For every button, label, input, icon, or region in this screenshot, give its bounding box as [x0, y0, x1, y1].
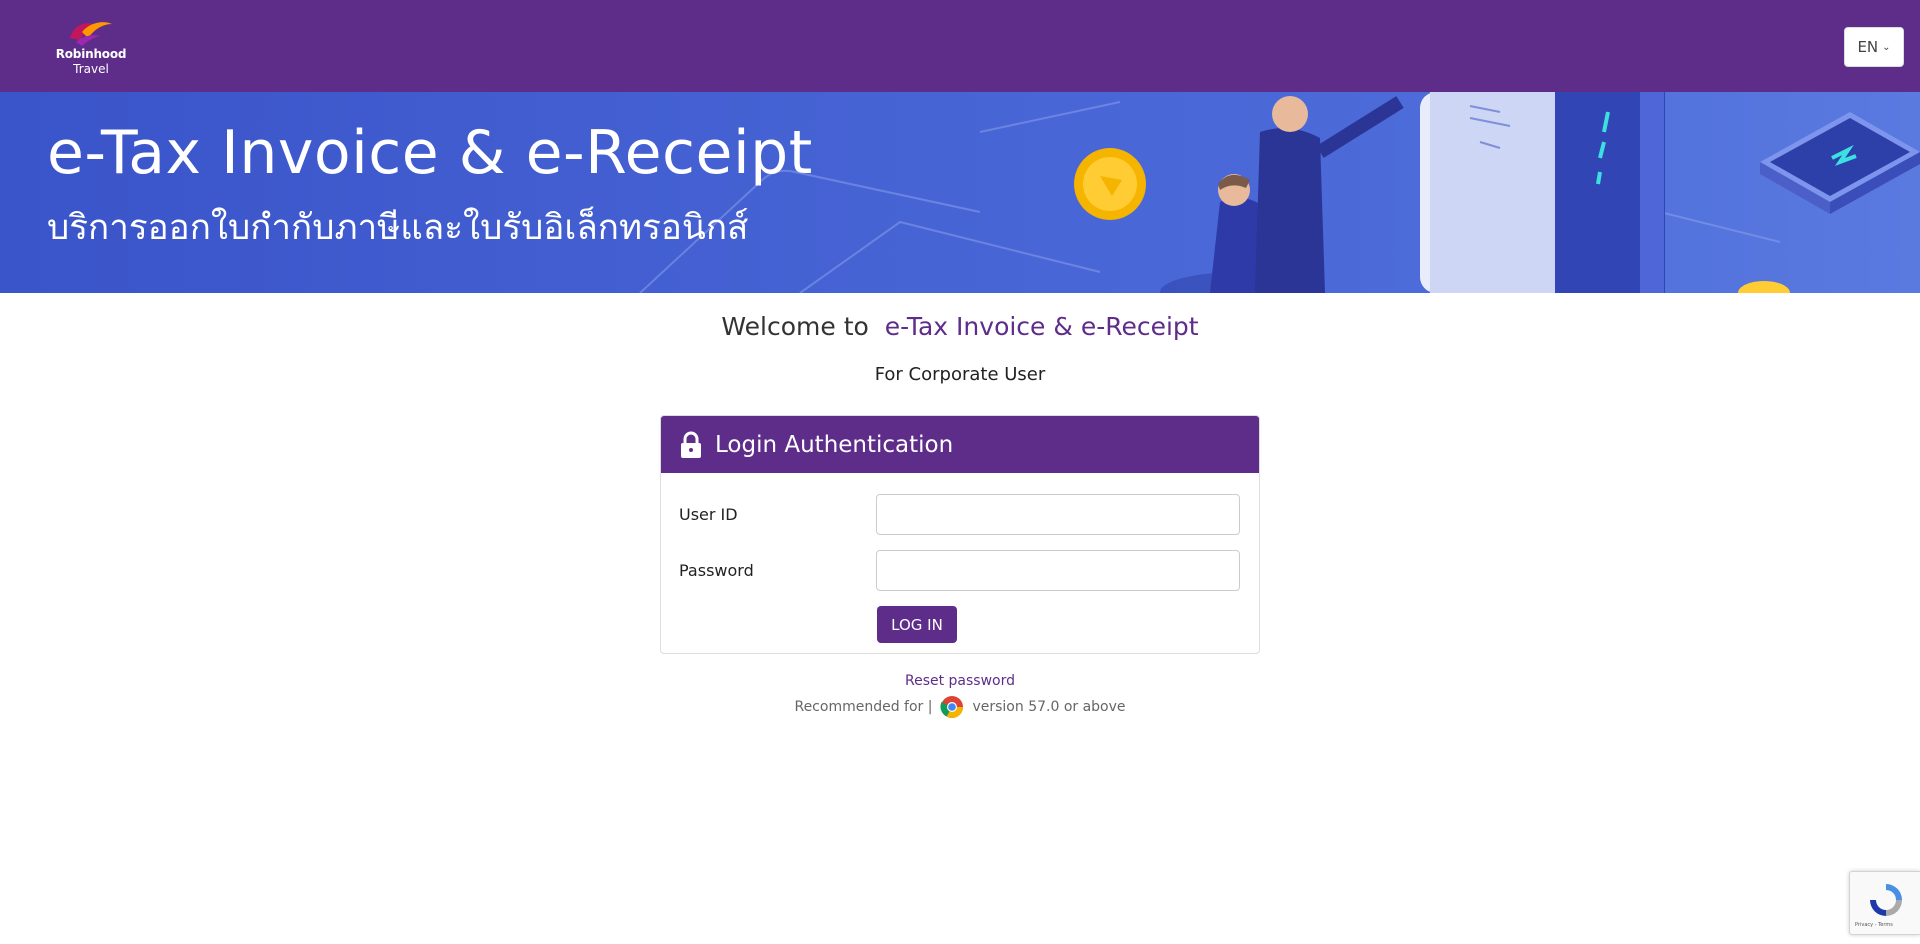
- chrome-icon: [940, 696, 964, 718]
- login-button[interactable]: LOG IN: [877, 606, 957, 643]
- recaptcha-badge[interactable]: Privacy - Terms: [1849, 871, 1920, 935]
- welcome-prefix: Welcome to: [721, 312, 869, 341]
- password-label: Password: [679, 561, 754, 580]
- banner-subtitle: บริการออกใบกำกับภาษีและใบรับอิเล็กทรอนิก…: [47, 208, 749, 248]
- reset-password-link[interactable]: Reset password: [905, 673, 1015, 689]
- recaptcha-text: Privacy - Terms: [1855, 922, 1893, 928]
- browser-recommendation: Recommended for | version 57.0 or above: [0, 695, 1920, 719]
- login-card: Login Authentication User ID Password LO…: [660, 415, 1260, 654]
- top-navbar: Robinhood Travel EN ⌄: [0, 0, 1920, 92]
- user-id-label: User ID: [679, 505, 738, 524]
- audience-subtitle: For Corporate User: [874, 364, 1046, 385]
- language-selector[interactable]: EN ⌄: [1844, 27, 1904, 67]
- login-title: Login Authentication: [715, 431, 954, 458]
- hero-banner: e-Tax Invoice & e-Receipt บริการออกใบกำก…: [0, 92, 1920, 293]
- user-id-input[interactable]: [876, 494, 1240, 535]
- recommended-prefix: Recommended for |: [794, 699, 933, 715]
- reset-password-row: Reset password: [0, 673, 1920, 689]
- recaptcha-icon: [1870, 884, 1902, 916]
- password-input[interactable]: [876, 550, 1240, 591]
- chevron-down-icon: ⌄: [1882, 41, 1891, 53]
- logo-bird-icon: [70, 22, 112, 46]
- language-label: EN: [1857, 38, 1879, 56]
- welcome-heading: Welcome to e-Tax Invoice & e-Receipt: [0, 312, 1920, 341]
- robinhood-travel-logo[interactable]: Robinhood Travel: [50, 14, 132, 78]
- banner-title: e-Tax Invoice & e-Receipt: [47, 118, 813, 188]
- logo-subtitle: Travel: [73, 62, 109, 76]
- logo-name: Robinhood: [55, 47, 127, 61]
- user-id-row: User ID: [679, 494, 1240, 535]
- welcome-product: e-Tax Invoice & e-Receipt: [884, 312, 1199, 341]
- recommended-suffix: version 57.0 or above: [972, 699, 1126, 715]
- login-card-header: Login Authentication: [661, 416, 1259, 473]
- lock-icon: [681, 431, 701, 458]
- password-row: Password: [679, 550, 1240, 591]
